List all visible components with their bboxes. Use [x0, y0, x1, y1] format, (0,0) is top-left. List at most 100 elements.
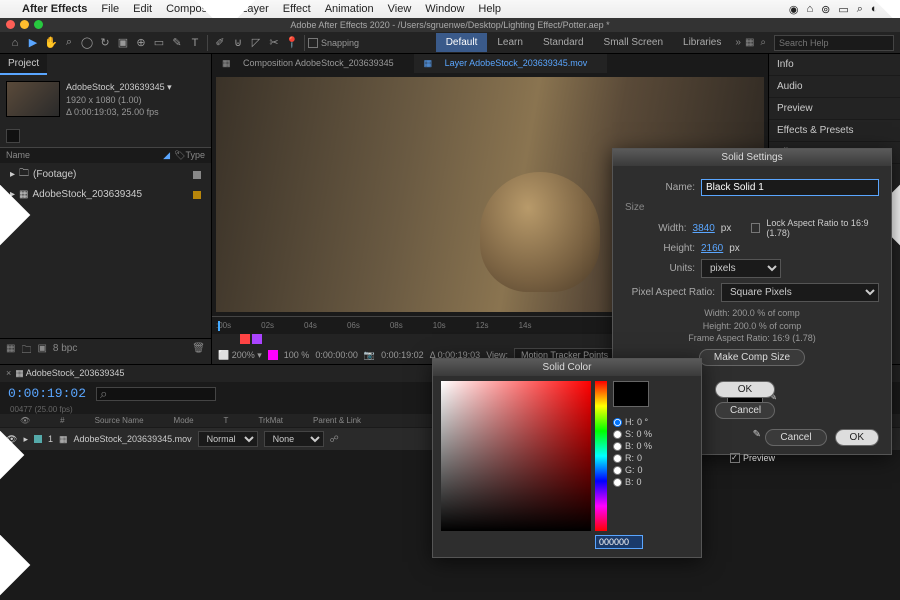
panel-info[interactable]: Info: [769, 54, 900, 76]
s-value[interactable]: 0 %: [637, 429, 653, 439]
camera-tool[interactable]: ▣: [114, 34, 132, 52]
panel-effects[interactable]: Effects & Presets: [769, 120, 900, 142]
workspace-libraries[interactable]: Libraries: [673, 33, 731, 52]
menu-help[interactable]: Help: [478, 3, 501, 15]
dropbox-icon[interactable]: ⌂: [806, 3, 813, 16]
menu-view[interactable]: View: [388, 3, 412, 15]
hand-tool[interactable]: ✋: [42, 34, 60, 52]
layer-name[interactable]: AdobeStock_203639345.mov: [74, 434, 192, 444]
g-value[interactable]: 0: [638, 465, 643, 475]
project-search-input[interactable]: [6, 129, 20, 143]
preview-checkbox[interactable]: [730, 453, 740, 463]
minimize-window-button[interactable]: [20, 20, 29, 29]
zoom-window-button[interactable]: [34, 20, 43, 29]
snapping-checkbox[interactable]: [308, 38, 318, 48]
picker-eyedropper-icon[interactable]: ✎: [753, 429, 761, 440]
project-row-comp[interactable]: ▸ ▦ AdobeStock_203639345: [0, 186, 211, 203]
trash-icon[interactable]: 🗑: [192, 343, 205, 360]
interpret-icon[interactable]: ▦: [6, 343, 15, 360]
in-point-marker[interactable]: [240, 334, 250, 344]
picker-ok-button[interactable]: OK: [715, 381, 775, 398]
ch-r-icon[interactable]: [268, 350, 278, 360]
zoom-tool[interactable]: ⌕: [60, 34, 78, 52]
new-comp-icon[interactable]: ▣: [37, 343, 46, 360]
menu-edit[interactable]: Edit: [133, 3, 152, 15]
g-radio[interactable]: [613, 466, 622, 475]
timeline-search-input[interactable]: [96, 387, 216, 401]
camera-icon[interactable]: 📷: [364, 350, 375, 361]
r-radio[interactable]: [613, 454, 622, 463]
search-icon[interactable]: ⌕: [857, 3, 863, 16]
search-help-input[interactable]: [774, 35, 894, 51]
par-dropdown[interactable]: Square Pixels: [721, 283, 879, 302]
type-tool[interactable]: T: [186, 34, 204, 52]
marker[interactable]: [252, 334, 262, 344]
solid-name-input[interactable]: [701, 179, 879, 196]
menu-file[interactable]: File: [101, 3, 119, 15]
tag-icon[interactable]: 🏷: [174, 150, 185, 161]
wifi-icon[interactable]: ⊚: [821, 3, 830, 16]
app-name[interactable]: After Effects: [22, 3, 87, 15]
color-field[interactable]: [441, 381, 591, 531]
eraser-tool[interactable]: ◸: [247, 34, 265, 52]
width-value[interactable]: 3840: [693, 223, 715, 234]
close-window-button[interactable]: [6, 20, 15, 29]
twirl-icon[interactable]: ▸: [10, 169, 15, 180]
panel-preview[interactable]: Preview: [769, 98, 900, 120]
home-button[interactable]: ⌂: [6, 34, 24, 52]
menu-effect[interactable]: Effect: [283, 3, 311, 15]
selection-tool[interactable]: ▶: [24, 34, 42, 52]
label-swatch[interactable]: [193, 171, 201, 179]
clone-tool[interactable]: ⊍: [229, 34, 247, 52]
brush-tool[interactable]: ✐: [211, 34, 229, 52]
ok-button[interactable]: OK: [835, 429, 879, 446]
label-swatch[interactable]: [193, 191, 201, 199]
lock-aspect-checkbox[interactable]: [751, 223, 760, 233]
hue-slider[interactable]: [595, 381, 607, 531]
workspace-standard[interactable]: Standard: [533, 33, 594, 52]
pen-tool[interactable]: ✎: [168, 34, 186, 52]
timeline-tab[interactable]: ▦ AdobeStock_203639345: [15, 368, 124, 379]
hex-input[interactable]: [595, 535, 643, 549]
zoom-dropdown[interactable]: ⬜ 200% ▾: [218, 350, 262, 361]
comp-tab[interactable]: ▦ Composition AdobeStock_203639345: [212, 54, 414, 73]
h-radio[interactable]: [613, 418, 622, 427]
h-value[interactable]: 0 °: [637, 417, 648, 427]
shape-tool[interactable]: ▭: [150, 34, 168, 52]
menu-animation[interactable]: Animation: [325, 3, 374, 15]
make-comp-size-button[interactable]: Make Comp Size: [699, 349, 805, 366]
close-tab-icon[interactable]: ×: [6, 368, 11, 379]
panel-menu-icon[interactable]: ▦: [745, 37, 754, 48]
s-radio[interactable]: [613, 430, 622, 439]
pan-behind-tool[interactable]: ⊕: [132, 34, 150, 52]
workspace-small[interactable]: Small Screen: [594, 33, 673, 52]
new-folder-icon[interactable]: 🗀: [21, 343, 31, 360]
height-value[interactable]: 2160: [701, 243, 723, 254]
orbit-tool[interactable]: ◯: [78, 34, 96, 52]
bpc-toggle[interactable]: 8 bpc: [53, 343, 77, 360]
blend-mode-dropdown[interactable]: Normal: [198, 431, 258, 447]
project-tab[interactable]: Project: [0, 54, 47, 75]
cc-icon[interactable]: ◉: [789, 3, 799, 16]
roto-tool[interactable]: ✂: [265, 34, 283, 52]
siri-icon[interactable]: ◐: [871, 3, 878, 16]
r-value[interactable]: 0: [637, 453, 642, 463]
trkmat-dropdown[interactable]: None: [264, 431, 324, 447]
cancel-button[interactable]: Cancel: [765, 429, 826, 446]
workspace-default[interactable]: Default: [436, 33, 488, 52]
puppet-tool[interactable]: 📍: [283, 34, 301, 52]
tc-start[interactable]: 0:00:00:00: [315, 350, 358, 360]
layer-label-swatch[interactable]: [34, 435, 42, 443]
b-value[interactable]: 0 %: [637, 441, 653, 451]
label-icon[interactable]: ◢: [163, 150, 170, 161]
bl-value[interactable]: 0: [637, 477, 642, 487]
col-type[interactable]: Type: [185, 150, 205, 161]
playhead-icon[interactable]: [218, 321, 220, 331]
b-radio[interactable]: [613, 442, 622, 451]
picker-cancel-button[interactable]: Cancel: [715, 402, 775, 419]
timecode-display[interactable]: 0:00:19:02: [8, 386, 86, 401]
layer-tab[interactable]: ▦ Layer AdobeStock_203639345.mov: [414, 54, 608, 73]
menu-window[interactable]: Window: [425, 3, 464, 15]
workspace-learn[interactable]: Learn: [487, 33, 533, 52]
parent-pickwhip-icon[interactable]: ☍: [330, 434, 339, 445]
